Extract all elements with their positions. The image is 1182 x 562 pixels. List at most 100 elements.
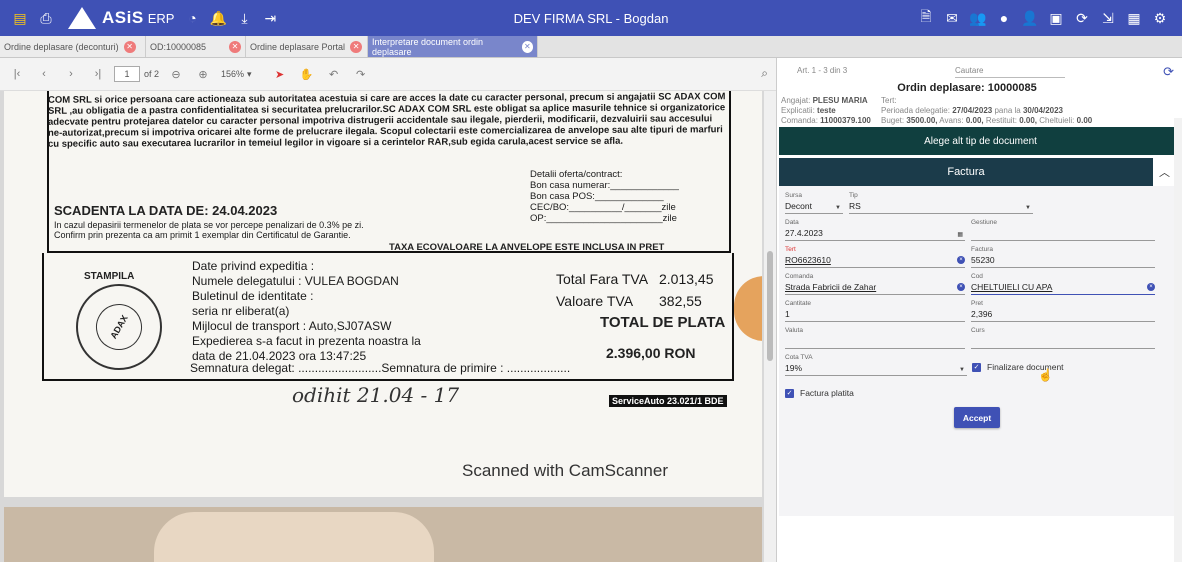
accept-button[interactable]: Accept (954, 407, 1000, 428)
clear-icon[interactable]: × (957, 256, 965, 264)
cod-input[interactable]: CHELTUIELI CU APA × (971, 281, 1155, 295)
add-document-icon[interactable]: 🗎 (918, 8, 934, 26)
tip-select[interactable]: RS ▼ (849, 200, 1033, 214)
app-logo[interactable]: ASiS ERP (68, 7, 174, 29)
search-icon[interactable]: ⌕ (761, 66, 768, 81)
tab-od[interactable]: OD:10000085 ✕ (146, 36, 246, 57)
logo-text: ASiS (102, 8, 144, 27)
factura-field[interactable]: Factura 55230 (971, 246, 1155, 268)
data-input[interactable]: 27.4.2023 ▦ (785, 227, 965, 241)
cantitate-field[interactable]: Cantitate 1 (785, 300, 965, 322)
zoom-select[interactable]: 156% ▾ (221, 69, 252, 80)
valuta-field[interactable]: Valuta (785, 327, 965, 349)
field-label: Sursa (785, 192, 802, 199)
factura-form: Sursa Decont ▼ Tip RS ▼ Data 27.4.2023 ▦ Ge… (779, 186, 1181, 516)
inbox-icon[interactable]: ▣ (1048, 10, 1064, 26)
user-add-icon[interactable]: 👤 (1021, 10, 1038, 26)
curs-field[interactable]: Curs (971, 327, 1155, 349)
search-input[interactable]: Cautare (955, 66, 1065, 78)
support-icon[interactable]: ◔ (184, 10, 200, 26)
cota-tva-field[interactable]: Cota TVA 19% ▼ (785, 354, 967, 376)
gestiune-field[interactable]: Gestiune (971, 219, 1155, 241)
note-line: In cazul depasirii termenelor de plata s… (54, 220, 364, 230)
cota-tva-select[interactable]: 19% ▼ (785, 362, 967, 376)
stamp-text: ADAX (87, 295, 151, 359)
viewer-scrollbar[interactable] (764, 91, 776, 562)
prev-page-icon[interactable]: ‹ (34, 64, 54, 84)
close-icon[interactable]: ✕ (350, 40, 363, 53)
pret-field[interactable]: Pret 2,396 (971, 300, 1155, 322)
record-count: Art. 1 - 3 din 3 (797, 66, 848, 75)
info-label: Explicatii: (781, 106, 815, 115)
print-icon[interactable]: ⎙ (38, 10, 54, 26)
info-icon[interactable]: ● (996, 10, 1012, 26)
settings-icon[interactable]: ⚙ (1152, 10, 1168, 26)
exp-line: Numele delegatului : VULEA BOGDAN (192, 274, 399, 288)
choose-document-type-button[interactable]: Alege alt tip de document (779, 127, 1182, 155)
check-icon[interactable]: ✓ (972, 362, 981, 372)
cantitate-input[interactable]: 1 (785, 308, 965, 322)
pret-input[interactable]: 2,396 (971, 308, 1155, 322)
curs-input[interactable] (971, 335, 1155, 349)
rotate-left-icon[interactable]: ↶ (324, 64, 344, 84)
close-icon[interactable]: ✕ (123, 40, 136, 53)
sursa-select[interactable]: Decont ▼ (785, 200, 843, 214)
factura-platita-checkbox[interactable]: ✓ Factura platita (785, 388, 854, 398)
bell-icon[interactable]: 🔔 (210, 10, 227, 26)
logo-sub: ERP (147, 10, 175, 26)
tert-field[interactable]: Tert RO6623610 × (785, 246, 965, 268)
info-label: Cheltuieli: (1039, 116, 1075, 125)
data-field[interactable]: Data 27.4.2023 ▦ (785, 219, 965, 241)
tab-ordine-deplasare[interactable]: Ordine deplasare (deconturi) ✕ (0, 36, 146, 57)
zoom-in-icon[interactable]: ⊕ (193, 64, 213, 84)
sursa-field[interactable]: Sursa Decont ▼ (785, 192, 843, 214)
comanda-input[interactable]: Strada Fabricii de Zahar × (785, 281, 965, 295)
field-value: RO6623610 (785, 255, 831, 265)
chevron-up-icon[interactable]: ︿ (1159, 164, 1170, 180)
gestiune-input[interactable] (971, 227, 1155, 241)
comanda-field[interactable]: Comanda Strada Fabricii de Zahar × (785, 273, 965, 295)
check-icon[interactable]: ✓ (785, 388, 794, 398)
sync-icon[interactable]: ⟳ (1074, 10, 1090, 26)
total-fara-label: Total Fara TVA (556, 271, 649, 287)
select-tool-icon[interactable]: ➤ (270, 64, 290, 84)
tert-input[interactable]: RO6623610 × (785, 254, 965, 268)
page-input[interactable]: 1 (114, 66, 140, 82)
camscanner-watermark: Scanned with CamScanner (462, 461, 669, 480)
cod-field[interactable]: Cod CHELTUIELI CU APA × (971, 273, 1155, 295)
tip-field[interactable]: Tip RS ▼ (849, 192, 1033, 214)
close-icon[interactable]: ✕ (521, 40, 533, 53)
calendar-icon[interactable]: ▦ (957, 229, 963, 242)
offer-line: Bon casa numerar:_____________ (530, 180, 679, 191)
page-count: of 2 (144, 69, 160, 79)
field-label: Pret (971, 300, 983, 307)
rotate-right-icon[interactable]: ↷ (351, 64, 371, 84)
close-icon[interactable]: ✕ (229, 40, 241, 53)
clear-icon[interactable]: × (957, 283, 965, 291)
finger-in-photo (734, 276, 762, 341)
field-label: Cod (971, 273, 983, 280)
grid-icon[interactable]: ▦ (1126, 10, 1142, 26)
tab-interpretare[interactable]: Interpretare document ordin deplasare ✕ (368, 36, 538, 57)
comanda-value: 11000379.100 (820, 116, 871, 125)
last-page-icon[interactable]: ›| (88, 64, 108, 84)
exit-icon[interactable]: ⇥ (262, 10, 278, 26)
document-icon[interactable]: ▤ (12, 10, 28, 26)
scroll-thumb[interactable] (767, 251, 773, 361)
refresh-icon[interactable]: ⟳ (1163, 64, 1174, 80)
first-page-icon[interactable]: |‹ (7, 64, 27, 84)
download-icon[interactable]: ⤓ (236, 10, 252, 26)
chevron-down-icon: ▾ (247, 68, 252, 79)
factura-input[interactable]: 55230 (971, 254, 1155, 268)
next-page-icon[interactable]: › (61, 64, 81, 84)
clear-icon[interactable]: × (1147, 283, 1155, 291)
zoom-out-icon[interactable]: ⊖ (166, 64, 186, 84)
hand-tool-icon[interactable]: ✋ (297, 64, 317, 84)
valuta-input[interactable] (785, 335, 965, 349)
users-icon[interactable]: 👥 (969, 10, 986, 26)
logout-icon[interactable]: ⇲ (1100, 10, 1116, 26)
panel-scrollbar[interactable] (1174, 118, 1182, 562)
mail-icon[interactable]: ✉ (944, 10, 960, 26)
factura-section-header[interactable]: Factura (779, 158, 1153, 186)
tab-ordine-portal[interactable]: Ordine deplasare Portal ✕ (246, 36, 368, 57)
